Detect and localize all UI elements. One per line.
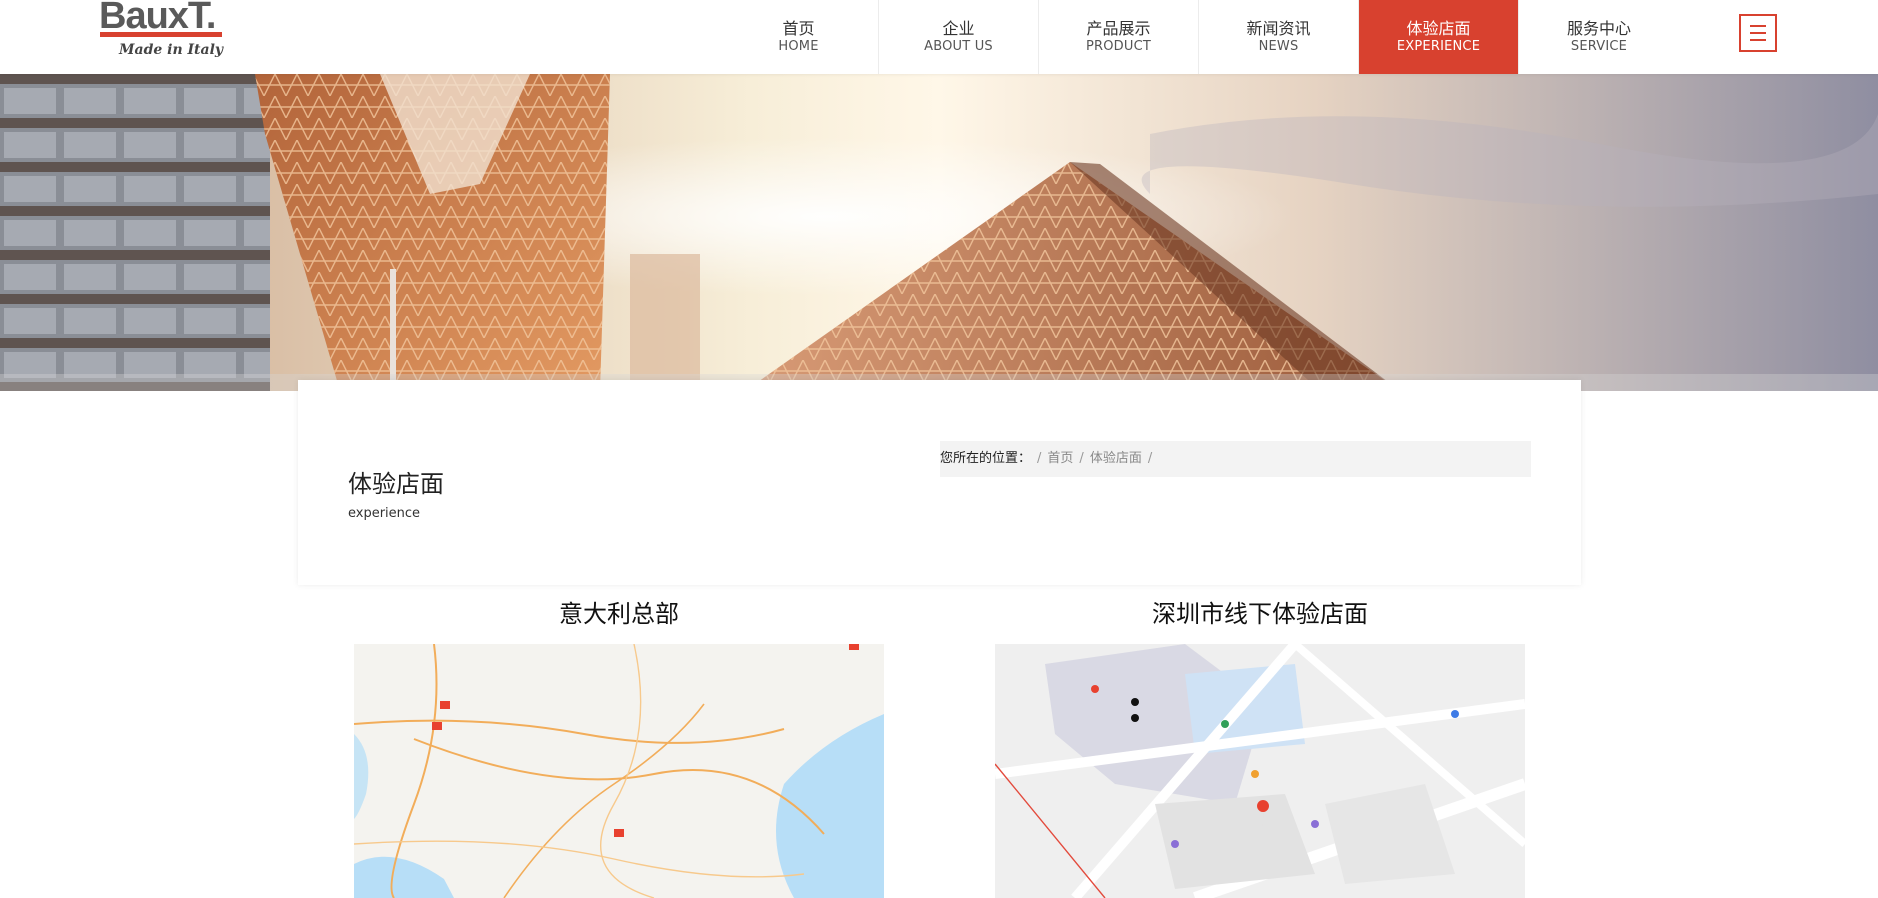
logo-wordmark: BauxT.: [99, 0, 216, 37]
nav-item-sublabel: HOME: [778, 39, 819, 54]
menu-line: [1750, 39, 1766, 41]
nav-item-sublabel: NEWS: [1258, 39, 1299, 54]
nav-item-label: 企业: [942, 19, 975, 38]
nav-item-label: 体验店面: [1406, 19, 1471, 38]
logo-tagline: Made in Italy: [119, 42, 224, 58]
nav-item-sublabel: ABOUT US: [924, 39, 993, 54]
breadcrumb-home-link[interactable]: 首页: [1047, 451, 1073, 466]
hamburger-menu-icon[interactable]: [1739, 14, 1777, 52]
brand-logo[interactable]: BauxT. Made in Italy: [99, 0, 225, 68]
nav-item-product[interactable]: 产品展示 PRODUCT: [1039, 0, 1199, 74]
page-subtitle: experience: [348, 506, 421, 521]
map-shenzhen-store[interactable]: [995, 644, 1525, 898]
page-title: 体验店面: [348, 470, 444, 498]
site-header: BauxT. Made in Italy 首页 HOME 企业 ABOUT US…: [0, 0, 1878, 74]
breadcrumb-separator: /: [1037, 451, 1042, 466]
nav-item-label: 服务中心: [1566, 19, 1631, 38]
logo-red-bar: [100, 32, 222, 37]
breadcrumb-label: 您所在的位置：: [940, 451, 1032, 466]
breadcrumb-separator: /: [1147, 451, 1153, 466]
nav-item-home[interactable]: 首页 HOME: [719, 0, 879, 74]
nav-item-experience[interactable]: 体验店面 EXPERIENCE: [1359, 0, 1519, 74]
breadcrumb-current-link[interactable]: 体验店面: [1090, 451, 1142, 466]
location-title-shenzhen-store: 深圳市线下体验店面: [1152, 600, 1368, 628]
menu-line: [1750, 25, 1766, 27]
nav-item-news[interactable]: 新闻资讯 NEWS: [1199, 0, 1359, 74]
breadcrumb: 您所在的位置： / 首页 / 体验店面 /: [940, 441, 1531, 477]
nav-item-sublabel: PRODUCT: [1085, 39, 1152, 54]
hero-banner-image: [0, 74, 1878, 391]
location-title-italy-hq: 意大利总部: [559, 600, 679, 628]
nav-item-label: 首页: [782, 19, 815, 38]
menu-line: [1750, 32, 1766, 34]
nav-item-about[interactable]: 企业 ABOUT US: [879, 0, 1039, 74]
breadcrumb-separator: /: [1079, 451, 1084, 466]
nav-item-sublabel: SERVICE: [1570, 39, 1628, 54]
nav-item-label: 新闻资讯: [1246, 19, 1311, 38]
nav-item-service[interactable]: 服务中心 SERVICE: [1519, 0, 1679, 74]
nav-item-sublabel: EXPERIENCE: [1396, 39, 1481, 54]
main-nav: 首页 HOME 企业 ABOUT US 产品展示 PRODUCT 新闻资讯 NE…: [719, 0, 1679, 74]
page-header-card: 体验店面 experience 您所在的位置： / 首页 / 体验店面 /: [298, 380, 1581, 585]
nav-item-label: 产品展示: [1086, 19, 1151, 38]
map-italy-hq[interactable]: [354, 644, 884, 898]
